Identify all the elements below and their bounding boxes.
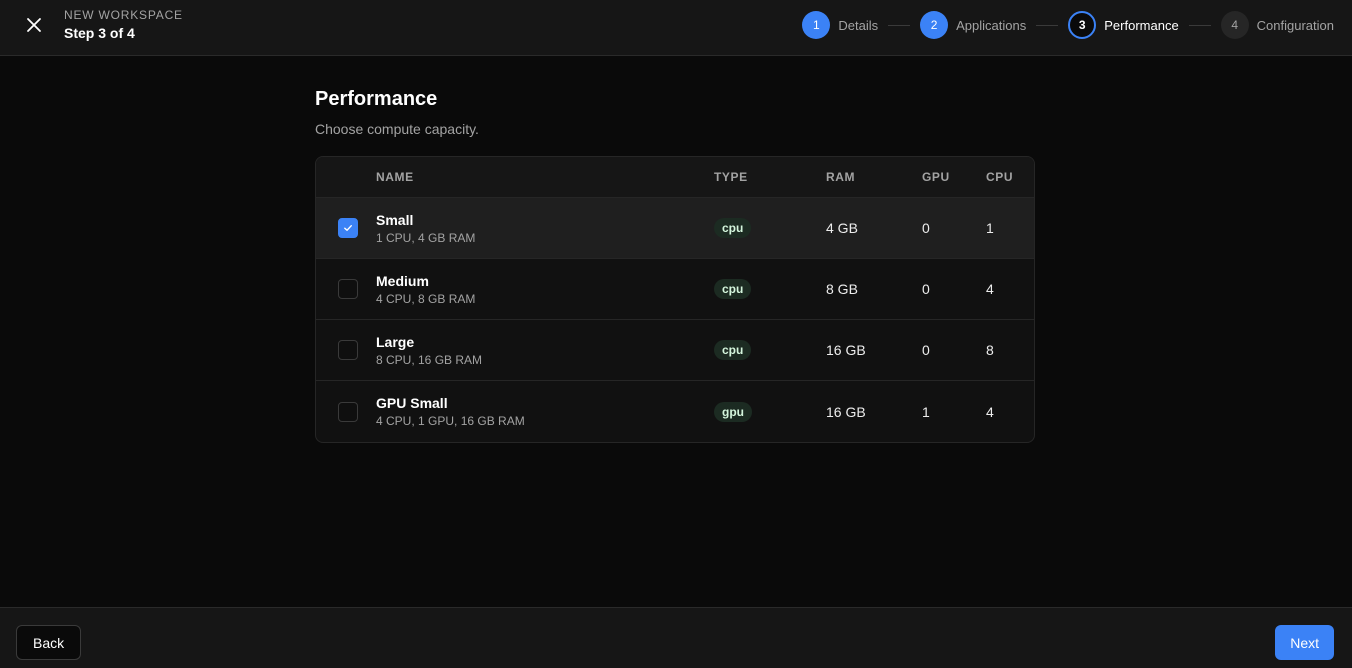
gpu-cell: 0 (922, 220, 930, 236)
ram-cell: 16 GB (826, 342, 866, 358)
table-row[interactable]: Medium 4 CPU, 8 GB RAM cpu 8 GB 0 4 (316, 259, 1034, 320)
checkbox-cell (316, 401, 376, 422)
name-cell: Medium 4 CPU, 8 GB RAM (376, 273, 714, 306)
gpu-cell: 0 (922, 342, 930, 358)
step-label: Details (838, 17, 879, 33)
ram-cell: 16 GB (826, 403, 866, 420)
step-connector (888, 24, 911, 26)
ram-cell: 8 GB (826, 281, 858, 297)
checkbox-cell (316, 218, 376, 238)
cpu-cell: 8 (986, 342, 994, 358)
row-name: GPU Small (376, 395, 448, 411)
table-row[interactable]: GPU Small 4 CPU, 1 GPU, 16 GB RAM gpu 16… (316, 381, 1034, 442)
step-performance[interactable]: 3 Performance (1068, 11, 1179, 39)
table-row[interactable]: Large 8 CPU, 16 GB RAM cpu 16 GB 0 8 (316, 320, 1034, 381)
step-applications[interactable]: 2 Applications (920, 11, 1026, 39)
step-label: Performance (1104, 17, 1179, 33)
table-header: NAME TYPE RAM GPU CPU (316, 157, 1034, 198)
column-header-cpu: CPU (986, 170, 1014, 184)
type-badge: cpu (714, 218, 752, 238)
gpu-cell: 0 (922, 281, 930, 297)
column-header-gpu: GPU (922, 170, 950, 184)
step-label: Applications (956, 17, 1027, 33)
name-cell: Small 1 CPU, 4 GB RAM (376, 212, 714, 245)
wizard-header: NEW WORKSPACE Step 3 of 4 1 Details 2 Ap… (0, 0, 1352, 56)
row-checkbox[interactable] (338, 340, 358, 360)
name-cell: Large 8 CPU, 16 GB RAM (376, 334, 714, 367)
type-cell: cpu (714, 279, 826, 299)
step-connector (1188, 24, 1211, 26)
row-description: 1 CPU, 4 GB RAM (376, 230, 476, 245)
row-name: Medium (376, 272, 429, 289)
row-description: 4 CPU, 8 GB RAM (376, 291, 476, 306)
page-title: Performance (315, 88, 438, 110)
wizard-eyebrow: NEW WORKSPACE (64, 8, 183, 22)
type-badge: cpu (714, 340, 752, 360)
row-description: 8 CPU, 16 GB RAM (376, 352, 483, 367)
column-header-ram: RAM (826, 170, 856, 184)
check-icon (344, 225, 352, 231)
step-number: 4 (1220, 11, 1249, 39)
checkbox-cell (316, 340, 376, 360)
row-description: 4 CPU, 1 GPU, 16 GB RAM (376, 414, 525, 428)
step-connector (1036, 24, 1059, 26)
type-badge: cpu (714, 279, 752, 299)
next-button[interactable]: Next (1275, 625, 1334, 660)
step-number: 2 (920, 11, 949, 39)
close-icon (27, 18, 41, 32)
row-checkbox[interactable] (338, 279, 358, 299)
row-checkbox[interactable] (338, 401, 358, 422)
row-checkbox[interactable] (338, 218, 358, 238)
cpu-cell: 4 (986, 281, 994, 297)
stepper: 1 Details 2 Applications 3 Performance 4… (802, 10, 1334, 40)
step-configuration[interactable]: 4 Configuration (1220, 11, 1334, 39)
checkbox-cell (316, 279, 376, 299)
table-row[interactable]: Small 1 CPU, 4 GB RAM cpu 4 GB 0 1 (316, 198, 1034, 259)
performance-table: NAME TYPE RAM GPU CPU Small 1 CPU, 4 GB … (315, 156, 1035, 443)
type-cell: cpu (714, 340, 826, 360)
type-cell: gpu (714, 401, 826, 422)
page-subtitle: Choose compute capacity. (315, 121, 479, 137)
ram-cell: 4 GB (826, 220, 858, 236)
type-cell: cpu (714, 218, 826, 238)
main-content: Performance Choose compute capacity. NAM… (315, 88, 1035, 443)
name-cell: GPU Small 4 CPU, 1 GPU, 16 GB RAM (376, 395, 714, 428)
gpu-cell: 1 (922, 403, 930, 420)
column-header-name: NAME (376, 170, 414, 184)
step-count: Step 3 of 4 (64, 25, 135, 41)
wizard-footer: Back Next (0, 607, 1352, 668)
step-number: 1 (802, 11, 831, 39)
type-badge: gpu (714, 401, 752, 422)
row-name: Small (376, 211, 414, 228)
step-number: 3 (1068, 11, 1097, 39)
column-header-type: TYPE (714, 170, 748, 184)
cpu-cell: 4 (986, 403, 994, 420)
close-button[interactable] (22, 13, 46, 37)
cpu-cell: 1 (986, 220, 994, 236)
step-details[interactable]: 1 Details (802, 11, 878, 39)
back-button[interactable]: Back (16, 625, 82, 660)
row-name: Large (376, 333, 415, 350)
step-label: Configuration (1256, 17, 1334, 33)
